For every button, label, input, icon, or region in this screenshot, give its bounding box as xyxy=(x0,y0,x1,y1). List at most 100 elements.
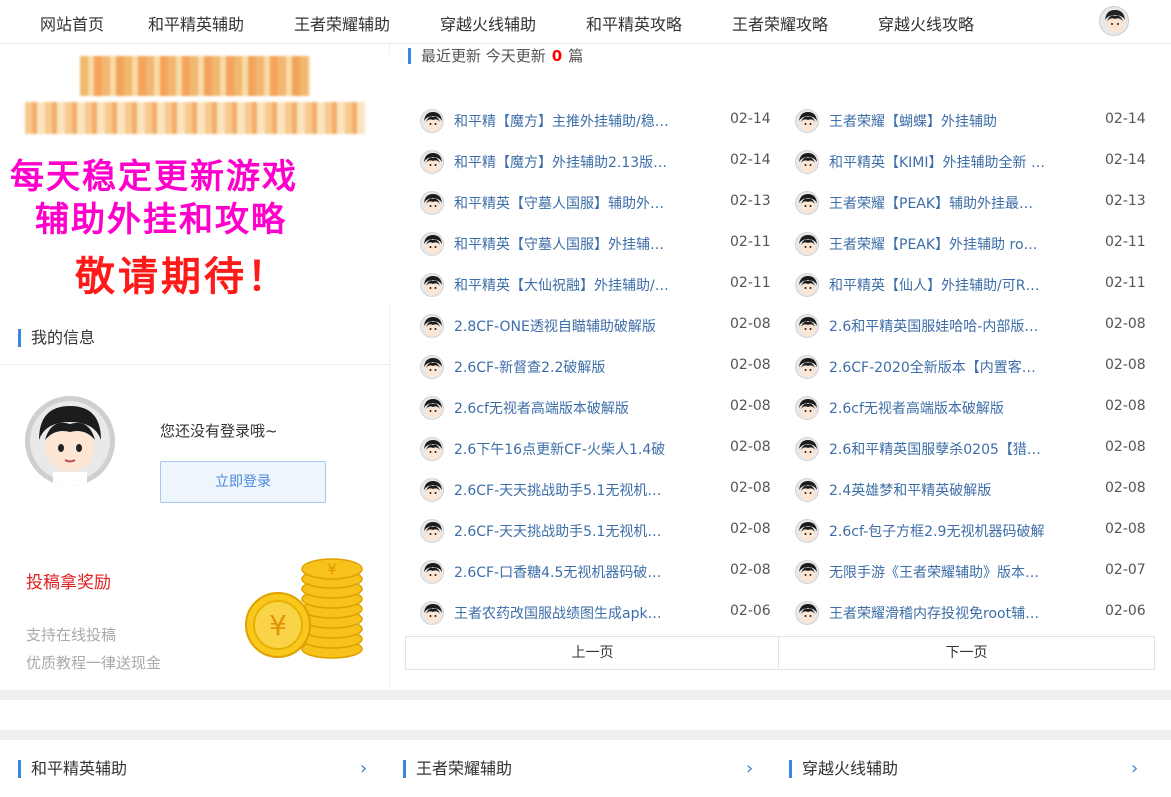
blank-bar xyxy=(0,700,1171,730)
article-title-link[interactable]: 王者农药改国服战绩图生成apk… xyxy=(454,603,672,623)
list-item[interactable]: 2.6CF-天天挑战助手5.1无视机… 02-08 xyxy=(420,519,771,543)
category-bar: 和平精英辅助 › 王者荣耀辅助 › 穿越火线辅助 › xyxy=(0,740,1171,797)
nav-hok-guide[interactable]: 王者荣耀攻略 xyxy=(732,11,828,35)
user-avatar-icon xyxy=(795,478,819,502)
article-date: 02-07 xyxy=(1105,562,1146,578)
category-pubg-assist[interactable]: 和平精英辅助 xyxy=(18,760,127,778)
article-date: 02-08 xyxy=(1105,357,1146,373)
article-date: 02-08 xyxy=(1105,480,1146,496)
chevron-right-icon[interactable]: › xyxy=(1131,758,1138,779)
banner-line-1: 每天稳定更新游戏 xyxy=(10,157,298,197)
article-date: 02-08 xyxy=(730,398,771,414)
user-avatar-icon xyxy=(420,109,444,133)
article-title-link[interactable]: 2.6下午16点更新CF-火柴人1.4破 xyxy=(454,439,672,459)
user-avatar-icon xyxy=(795,109,819,133)
list-item[interactable]: 和平精英【大仙祝融】外挂辅助/… 02-11 xyxy=(420,273,771,297)
category-cf-assist[interactable]: 穿越火线辅助 xyxy=(789,760,898,778)
list-item[interactable]: 和平精英【仙人】外挂辅助/可R… 02-11 xyxy=(795,273,1146,297)
list-item[interactable]: 2.4英雄梦和平精英破解版 02-08 xyxy=(795,478,1146,502)
article-title-link[interactable]: 2.6cf无视者高端版本破解版 xyxy=(454,398,672,418)
list-item[interactable]: 2.6CF-新督查2.2破解版 02-08 xyxy=(420,355,771,379)
prev-page-button[interactable]: 上一页 xyxy=(405,636,780,670)
article-title-link[interactable]: 和平精英【守墓人国服】外挂辅… xyxy=(454,234,672,254)
article-title-link[interactable]: 2.6和平精英国服娃哈哈-内部版… xyxy=(829,316,1047,336)
list-item[interactable]: 和平精【魔方】外挂辅助2.13版… 02-14 xyxy=(420,150,771,174)
login-button[interactable]: 立即登录 xyxy=(160,461,326,503)
list-item[interactable]: 2.6cf无视者高端版本破解版 02-08 xyxy=(795,396,1146,420)
user-avatar-icon xyxy=(795,560,819,584)
promo-banner: 每天稳定更新游戏 辅助外挂和攻略 敬请期待！ xyxy=(0,54,390,304)
list-item[interactable]: 和平精英【守墓人国服】外挂辅… 02-11 xyxy=(420,232,771,256)
article-title-link[interactable]: 王者荣耀【PEAK】外挂辅助 ro… xyxy=(829,234,1047,254)
list-item[interactable]: 2.8CF-ONE透视自瞄辅助破解版 02-08 xyxy=(420,314,771,338)
list-item[interactable]: 和平精英【守墓人国服】辅助外… 02-13 xyxy=(420,191,771,215)
article-title-link[interactable]: 王者荣耀【蝴蝶】外挂辅助 xyxy=(829,111,1047,131)
list-item[interactable]: 王者农药改国服战绩图生成apk… 02-06 xyxy=(420,601,771,625)
reward-line-2: 优质教程一律送现金 xyxy=(26,654,162,672)
article-title-link[interactable]: 和平精【魔方】主推外挂辅助/稳… xyxy=(454,111,672,131)
article-title-link[interactable]: 2.6CF-2020全新版本【内置客户效 xyxy=(829,357,1047,377)
nav-hok-assist[interactable]: 王者荣耀辅助 xyxy=(294,11,390,35)
nav-pubg-guide[interactable]: 和平精英攻略 xyxy=(586,11,682,35)
coins-icon: ¥ ¥ xyxy=(240,553,370,663)
list-item[interactable]: 王者荣耀滑稽内存投视免root辅… 02-06 xyxy=(795,601,1146,625)
nav-home[interactable]: 网站首页 xyxy=(40,11,104,35)
list-item[interactable]: 2.6和平精英国服娃哈哈-内部版… 02-08 xyxy=(795,314,1146,338)
article-date: 02-14 xyxy=(1105,111,1146,127)
chevron-right-icon[interactable]: › xyxy=(746,758,753,779)
user-avatar-icon xyxy=(420,191,444,215)
list-item[interactable]: 王者荣耀【PEAK】辅助外挂最… 02-13 xyxy=(795,191,1146,215)
recent-updates-header: 最近更新 今天更新 0 篇 xyxy=(408,48,583,64)
article-title-link[interactable]: 2.6cf无视者高端版本破解版 xyxy=(829,398,1047,418)
category-hok-assist[interactable]: 王者荣耀辅助 xyxy=(403,760,512,778)
nav-cf-assist[interactable]: 穿越火线辅助 xyxy=(440,11,536,35)
nav-pubg-assist[interactable]: 和平精英辅助 xyxy=(148,11,244,35)
article-title-link[interactable]: 和平精英【大仙祝融】外挂辅助/… xyxy=(454,275,672,295)
article-title-link[interactable]: 2.4英雄梦和平精英破解版 xyxy=(829,480,1047,500)
article-date: 02-08 xyxy=(730,357,771,373)
article-title-link[interactable]: 和平精英【守墓人国服】辅助外… xyxy=(454,193,672,213)
user-avatar-icon xyxy=(420,355,444,379)
user-avatar[interactable] xyxy=(1099,6,1129,36)
article-title-link[interactable]: 2.6CF-口香糖4.5无视机器码破… xyxy=(454,562,672,582)
article-title-link[interactable]: 2.6CF-天天挑战助手5.1无视机… xyxy=(454,480,672,500)
reward-title[interactable]: 投稿拿奖励 xyxy=(26,568,111,593)
user-avatar-icon xyxy=(795,355,819,379)
nav-cf-guide[interactable]: 穿越火线攻略 xyxy=(878,11,974,35)
article-date: 02-13 xyxy=(1105,193,1146,209)
list-item[interactable]: 2.6cf无视者高端版本破解版 02-08 xyxy=(420,396,771,420)
list-item[interactable]: 2.6CF-天天挑战助手5.1无视机… 02-08 xyxy=(420,478,771,502)
list-item[interactable]: 2.6下午16点更新CF-火柴人1.4破 02-08 xyxy=(420,437,771,461)
list-item[interactable]: 和平精英【KIMI】外挂辅助全新 … 02-14 xyxy=(795,150,1146,174)
article-title-link[interactable]: 和平精英【KIMI】外挂辅助全新 … xyxy=(829,152,1047,172)
list-item[interactable]: 2.6CF-2020全新版本【内置客户效 02-08 xyxy=(795,355,1146,379)
count-unit: 篇 xyxy=(568,47,584,65)
list-item[interactable]: 2.6和平精英国服孽杀0205【猎… 02-08 xyxy=(795,437,1146,461)
article-title-link[interactable]: 2.6CF-天天挑战助手5.1无视机… xyxy=(454,521,672,541)
reward-line-1: 支持在线投稿 xyxy=(26,626,117,644)
article-title-link[interactable]: 和平精【魔方】外挂辅助2.13版… xyxy=(454,152,672,172)
today-count: 0 xyxy=(551,47,563,65)
list-item[interactable]: 无限手游《王者荣耀辅助》版本… 02-07 xyxy=(795,560,1146,584)
article-title-link[interactable]: 王者荣耀【PEAK】辅助外挂最… xyxy=(829,193,1047,213)
user-avatar-icon xyxy=(795,273,819,297)
next-page-button[interactable]: 下一页 xyxy=(778,636,1155,670)
article-title-link[interactable]: 2.6和平精英国服孽杀0205【猎… xyxy=(829,439,1047,459)
article-title-link[interactable]: 2.6cf-包子方框2.9无视机器码破解 xyxy=(829,521,1047,541)
article-date: 02-06 xyxy=(730,603,771,619)
list-item[interactable]: 2.6CF-口香糖4.5无视机器码破… 02-08 xyxy=(420,560,771,584)
user-avatar-icon xyxy=(420,601,444,625)
article-title-link[interactable]: 2.6CF-新督查2.2破解版 xyxy=(454,357,672,377)
blurred-text xyxy=(25,102,365,134)
article-date: 02-13 xyxy=(730,193,771,209)
list-item[interactable]: 和平精【魔方】主推外挂辅助/稳… 02-14 xyxy=(420,109,771,133)
chevron-right-icon[interactable]: › xyxy=(360,758,367,779)
list-item[interactable]: 王者荣耀【PEAK】外挂辅助 ro… 02-11 xyxy=(795,232,1146,256)
article-date: 02-11 xyxy=(730,275,771,291)
article-title-link[interactable]: 无限手游《王者荣耀辅助》版本… xyxy=(829,562,1047,582)
list-item[interactable]: 2.6cf-包子方框2.9无视机器码破解 02-08 xyxy=(795,519,1146,543)
article-title-link[interactable]: 和平精英【仙人】外挂辅助/可R… xyxy=(829,275,1047,295)
article-title-link[interactable]: 2.8CF-ONE透视自瞄辅助破解版 xyxy=(454,316,672,336)
list-item[interactable]: 王者荣耀【蝴蝶】外挂辅助 02-14 xyxy=(795,109,1146,133)
article-title-link[interactable]: 王者荣耀滑稽内存投视免root辅… xyxy=(829,603,1047,623)
